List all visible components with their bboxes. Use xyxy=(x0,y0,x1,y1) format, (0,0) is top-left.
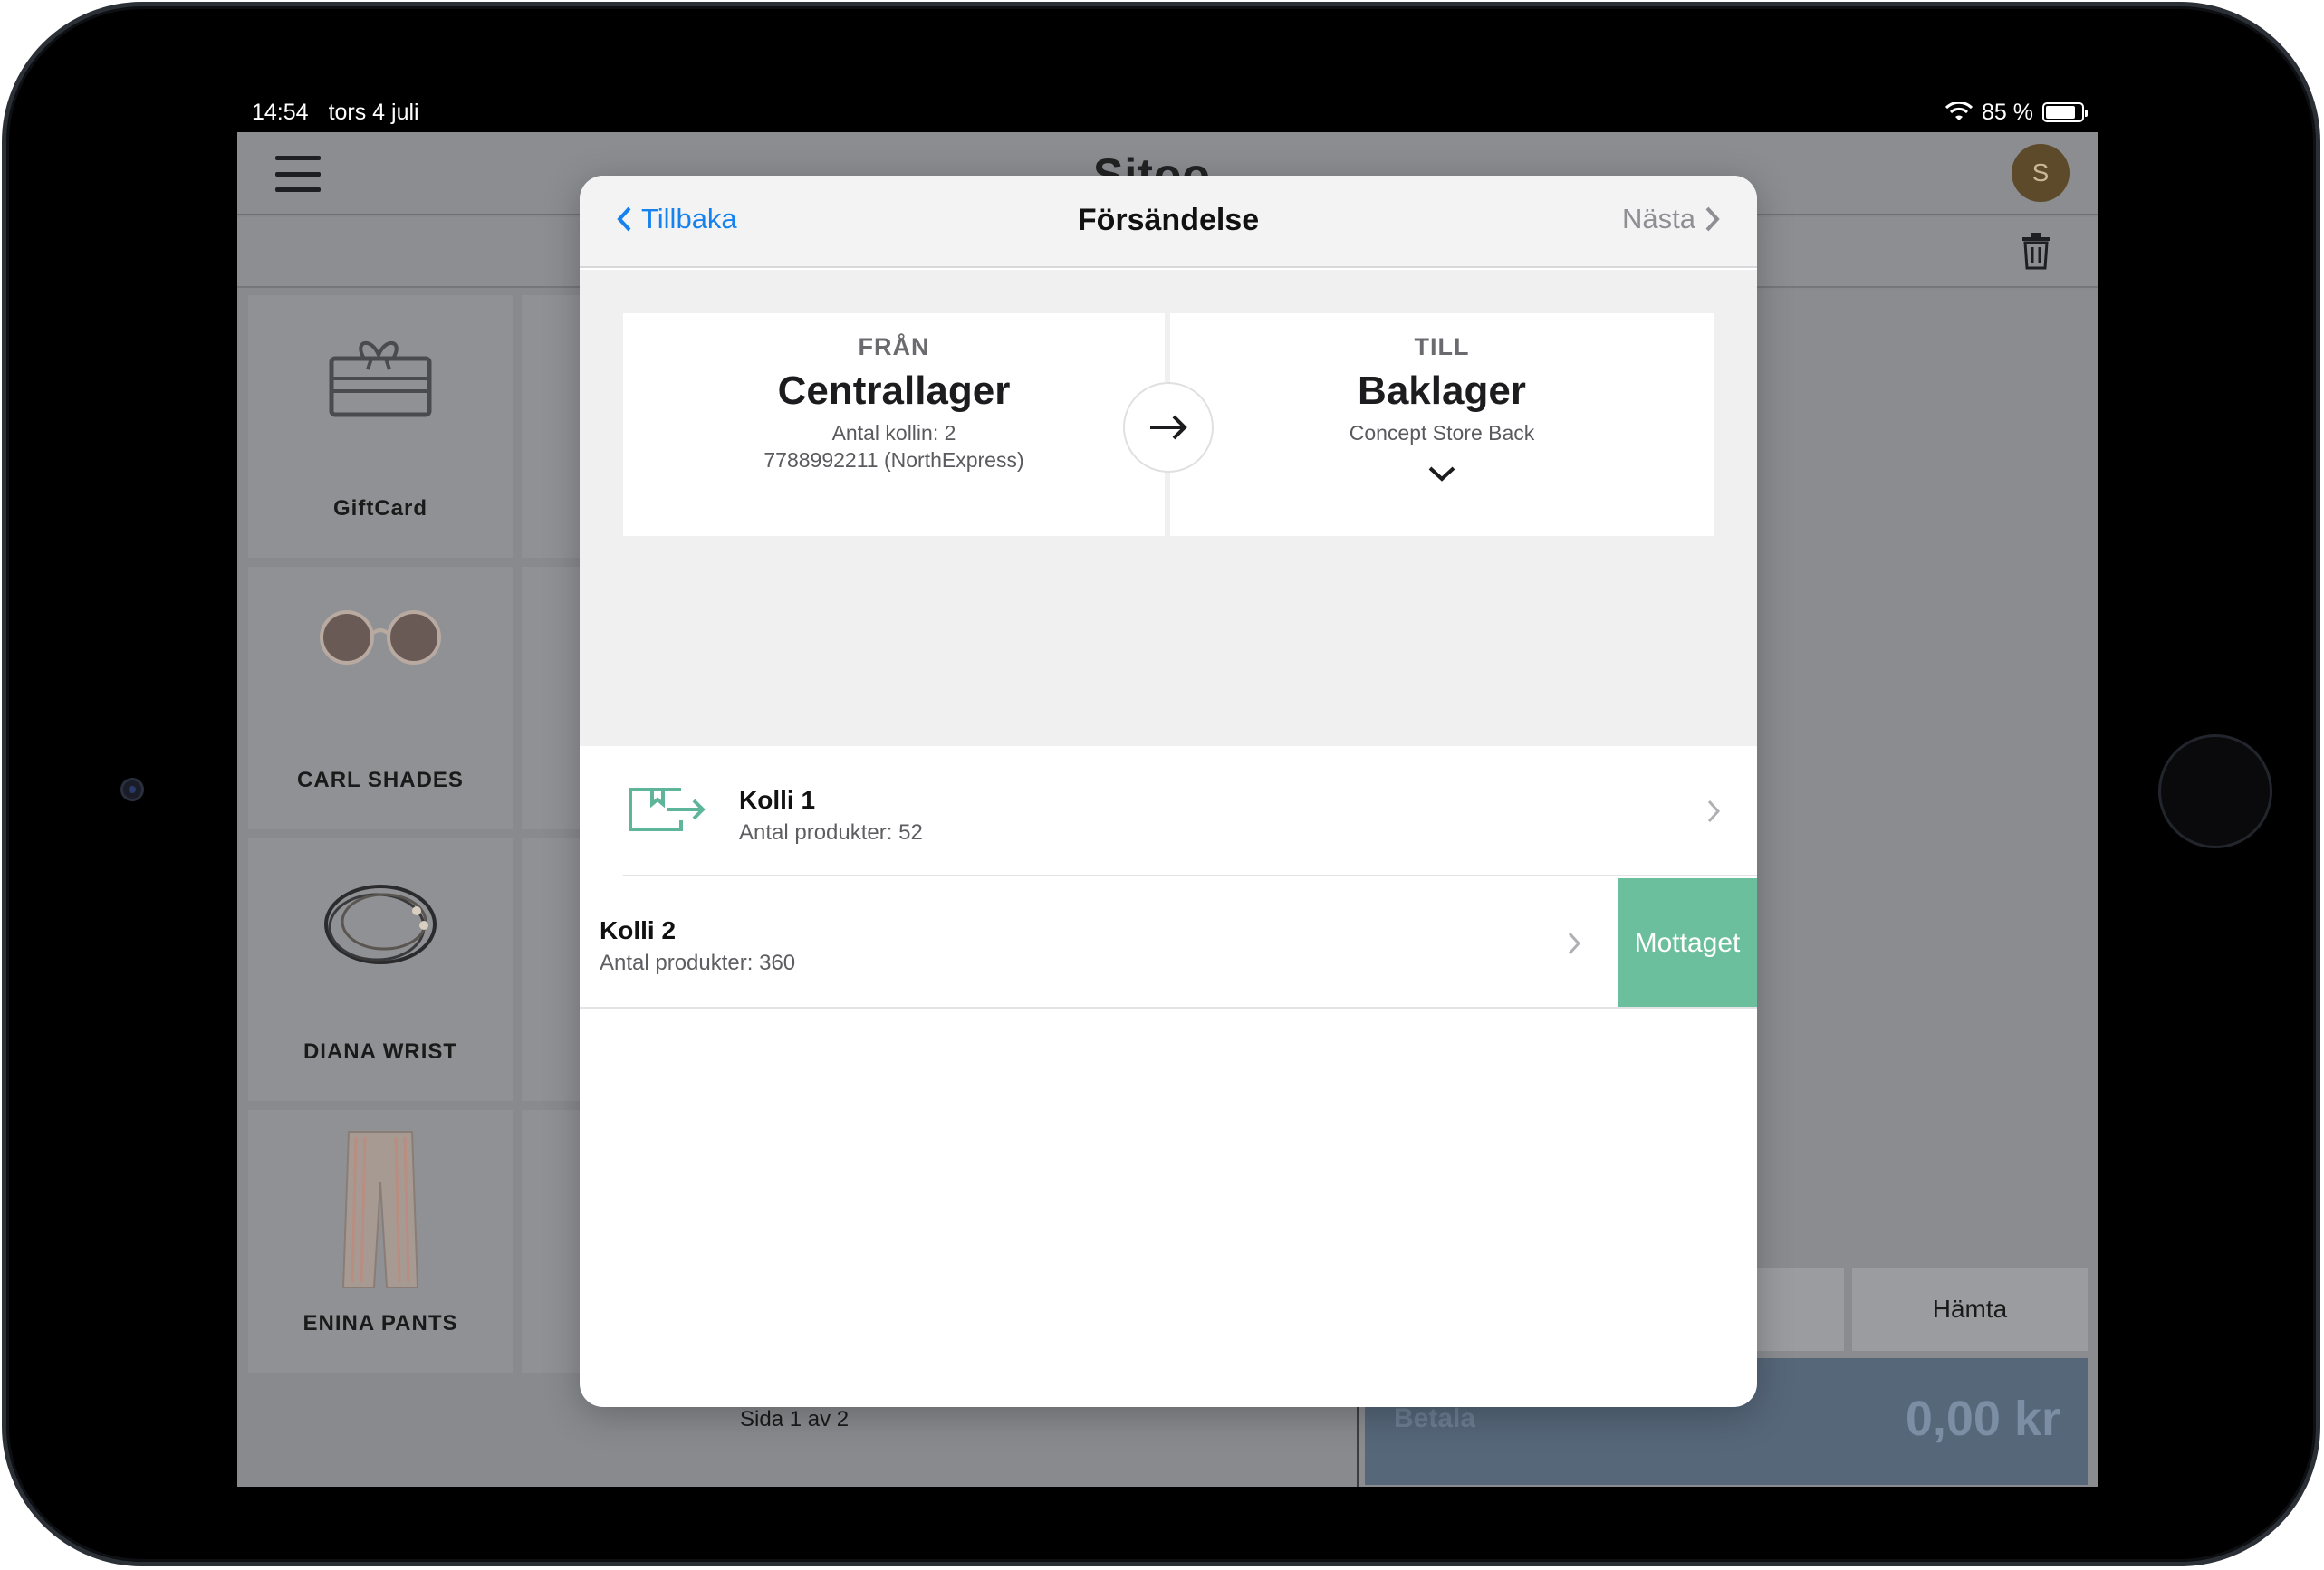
package-count: Antal produkter: 52 xyxy=(739,820,923,845)
product-label: DIANA WRIST xyxy=(303,1039,458,1064)
to-store: Concept Store Back xyxy=(1349,421,1535,445)
modal-title: Försändelse xyxy=(1077,203,1260,237)
sunglasses-image xyxy=(320,610,441,665)
fetch-button[interactable]: Hämta xyxy=(1852,1268,2088,1351)
wifi-icon xyxy=(1945,102,1973,120)
package-title: Kolli 1 xyxy=(739,786,816,814)
status-date: tors 4 juli xyxy=(328,99,419,125)
menu-icon[interactable] xyxy=(275,156,321,192)
from-card: FRÅN Centrallager Antal kollin: 2 778899… xyxy=(623,313,1165,536)
package-count: Antal kollin: 2 xyxy=(831,421,956,445)
product-label: GiftCard xyxy=(333,496,427,521)
modal-nav-bar: Tillbaka Försändelse Nästa xyxy=(580,176,1757,268)
status-time: 14:54 xyxy=(252,99,309,125)
bracelet-image xyxy=(324,885,437,964)
row-divider xyxy=(580,1007,1757,1009)
pay-amount: 0,00 kr xyxy=(1905,1392,2060,1446)
product-label: CARL SHADES xyxy=(297,768,464,792)
product-tile-carl-shades[interactable]: CARL SHADES xyxy=(248,567,513,829)
shipment-summary: FRÅN Centrallager Antal kollin: 2 778899… xyxy=(580,270,1757,746)
camera-lens xyxy=(120,778,144,801)
row-divider xyxy=(623,875,1757,876)
to-label: TILL xyxy=(1414,333,1470,360)
package-count: Antal produkter: 360 xyxy=(600,951,796,975)
chevron-right-icon xyxy=(1568,932,1581,955)
product-tile-enina-pants[interactable]: ENINA PANTS xyxy=(248,1110,513,1373)
home-button[interactable] xyxy=(2158,734,2272,848)
chevron-down-icon[interactable] xyxy=(1427,464,1456,483)
tracking-number: 7788992211 (NorthExpress) xyxy=(763,448,1024,472)
chevron-right-icon xyxy=(1705,206,1720,232)
to-card[interactable]: TILL Baklager Concept Store Back xyxy=(1170,313,1714,536)
product-tile-diana-wrist[interactable]: DIANA WRIST xyxy=(248,838,513,1101)
from-label: FRÅN xyxy=(858,333,930,360)
tablet-frame: 14:54 tors 4 juli 85 % Sitoo S rg xyxy=(2,2,2320,1566)
arrow-right-icon xyxy=(1150,415,1187,440)
chevron-right-icon xyxy=(1707,799,1721,823)
battery-percent: 85 % xyxy=(1982,99,2033,125)
next-button[interactable]: Nästa xyxy=(1622,203,1721,235)
to-location: Baklager xyxy=(1358,369,1526,413)
from-location: Centrallager xyxy=(777,369,1011,413)
trash-icon[interactable] xyxy=(2021,232,2051,270)
battery-icon xyxy=(2042,102,2088,122)
package-icon xyxy=(629,788,706,831)
package-title: Kolli 2 xyxy=(600,916,677,944)
package-row-1[interactable]: Kolli 1 Antal produkter: 52 xyxy=(580,746,1757,876)
received-button[interactable]: Mottaget xyxy=(1618,878,1757,1009)
product-label: ENINA PANTS xyxy=(303,1311,458,1335)
avatar[interactable]: S xyxy=(2012,144,2070,202)
status-bar: 14:54 tors 4 juli 85 % xyxy=(237,92,2098,132)
package-row-2[interactable]: Kolli 2 Antal produkter: 360 Mottaget xyxy=(580,878,1757,1009)
product-tile-giftcard[interactable]: GiftCard xyxy=(248,295,513,558)
pants-image xyxy=(341,1131,419,1288)
next-label: Nästa xyxy=(1622,203,1695,235)
page-indicator: Sida 1 av 2 xyxy=(740,1407,850,1431)
giftcard-icon xyxy=(329,340,432,417)
pay-label: Betala xyxy=(1394,1403,1476,1433)
status-right: 85 % xyxy=(1945,99,2088,126)
direction-arrow xyxy=(1123,382,1214,473)
shipment-modal: Tillbaka Försändelse Nästa FRÅN Centrall… xyxy=(580,176,1757,1407)
